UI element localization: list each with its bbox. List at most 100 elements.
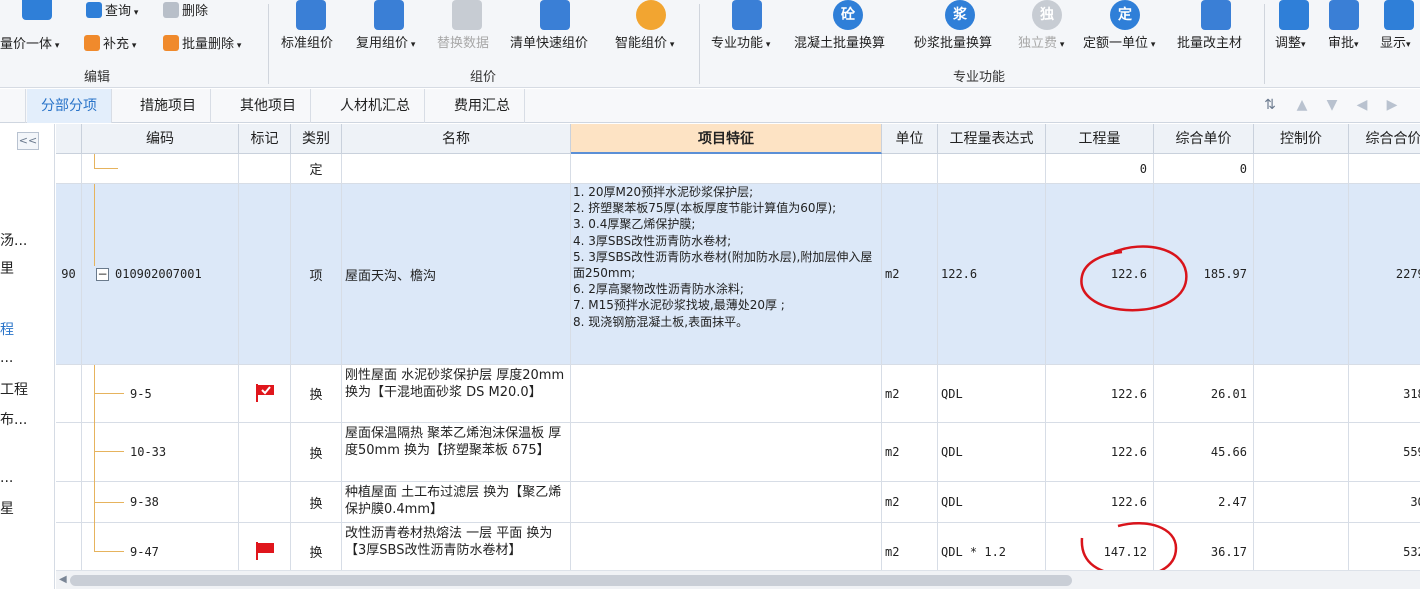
- unit-price-cell[interactable]: 2.47: [1154, 482, 1254, 522]
- nav-tree-item[interactable]: 工程: [0, 379, 28, 399]
- control-price-cell[interactable]: [1254, 523, 1349, 570]
- professional-function-button[interactable]: 专业功能 ▾: [711, 32, 770, 52]
- qty-expr-cell[interactable]: [938, 154, 1046, 183]
- unit-cell[interactable]: m2: [882, 184, 938, 364]
- unit-cell[interactable]: m2: [882, 523, 938, 570]
- feature-cell[interactable]: [571, 365, 882, 422]
- unit-cell[interactable]: [882, 154, 938, 183]
- column-header-code[interactable]: 编码: [82, 124, 239, 154]
- name-cell[interactable]: [342, 154, 571, 183]
- tab-labor-material-summary[interactable]: 人材机汇总: [326, 89, 425, 123]
- tab-other-items[interactable]: 其他项目: [226, 89, 311, 123]
- mark-cell[interactable]: [239, 523, 291, 570]
- unit-price-integration-button[interactable]: 量价一体 ▾: [0, 33, 59, 52]
- qty-cell[interactable]: 0: [1046, 154, 1154, 183]
- move-left-icon[interactable]: ◀: [1354, 97, 1370, 113]
- unit-price-cell[interactable]: 185.97: [1154, 184, 1254, 364]
- mark-cell[interactable]: [239, 482, 291, 522]
- code-cell[interactable]: [82, 154, 239, 183]
- column-header-feature[interactable]: 项目特征: [571, 124, 882, 154]
- qty-cell[interactable]: 122.6: [1046, 423, 1154, 481]
- name-cell[interactable]: 屋面天沟、檐沟: [342, 184, 571, 364]
- move-right-icon[interactable]: ▶: [1384, 97, 1400, 113]
- feature-cell[interactable]: [571, 423, 882, 481]
- mark-cell[interactable]: [239, 154, 291, 183]
- qty-cell[interactable]: 122.6: [1046, 365, 1154, 422]
- code-cell[interactable]: 10-33: [82, 423, 239, 481]
- column-header-mark[interactable]: 标记: [239, 124, 291, 154]
- adjust-button[interactable]: 调整▾: [1275, 32, 1306, 52]
- unit-price-cell[interactable]: 45.66: [1154, 423, 1254, 481]
- batch-delete-button[interactable]: 批量删除 ▾: [163, 33, 241, 52]
- tab-sub-items[interactable]: 分部分项: [27, 89, 112, 123]
- unit-price-integration-icon[interactable]: [22, 0, 52, 20]
- scroll-left-icon[interactable]: ◀: [59, 574, 67, 585]
- unit-price-cell[interactable]: 0: [1154, 154, 1254, 183]
- name-cell[interactable]: 改性沥青卷材热熔法 一层 平面 换为【3厚SBS改性沥青防水卷材】: [342, 523, 571, 570]
- standard-compose-button[interactable]: 标准组价: [281, 32, 333, 52]
- table-row[interactable]: 9-38 换 种植屋面 土工布过滤层 换为【聚乙烯保护膜0.4mm】 m2 QD…: [56, 482, 1420, 523]
- nav-tree-item[interactable]: 里: [0, 258, 14, 278]
- nav-tree-item[interactable]: ...: [0, 470, 13, 486]
- code-cell[interactable]: −010902007001: [82, 184, 239, 364]
- batch-main-material-button[interactable]: 批量改主材: [1177, 32, 1242, 52]
- mark-cell[interactable]: [239, 423, 291, 481]
- name-cell[interactable]: 种植屋面 土工布过滤层 换为【聚乙烯保护膜0.4mm】: [342, 482, 571, 522]
- column-header-name[interactable]: 名称: [342, 124, 571, 154]
- qty-cell[interactable]: 122.6: [1046, 184, 1154, 364]
- horizontal-scrollbar[interactable]: ◀: [56, 570, 1420, 589]
- table-row[interactable]: 9-47 换 改性沥青卷材热熔法 一层 平面 换为【3厚SBS改性沥青防水卷材】…: [56, 523, 1420, 570]
- independent-fee-button[interactable]: 独立费 ▾: [1018, 32, 1064, 52]
- collapse-panel-button[interactable]: <<: [17, 132, 39, 150]
- control-price-cell[interactable]: [1254, 365, 1349, 422]
- table-row-selected[interactable]: 90 −010902007001 项 屋面天沟、檐沟 1. 20厚M20预拌水泥…: [56, 184, 1420, 365]
- control-price-cell[interactable]: [1254, 423, 1349, 481]
- name-cell[interactable]: 屋面保温隔热 聚苯乙烯泡沫保温板 厚度50mm 换为【挤塑聚苯板 δ75】: [342, 423, 571, 481]
- supplement-button[interactable]: 补充 ▾: [84, 33, 136, 52]
- flag-icon[interactable]: [255, 542, 275, 560]
- delete-button[interactable]: 删除: [163, 0, 208, 19]
- quota-unit-button[interactable]: 定额一单位 ▾: [1083, 32, 1155, 52]
- column-header-total-price[interactable]: 综合合价: [1349, 124, 1420, 154]
- reuse-compose-button[interactable]: 复用组价 ▾: [356, 32, 415, 52]
- feature-cell[interactable]: [571, 154, 882, 183]
- column-header-qty-expr[interactable]: 工程量表达式: [938, 124, 1046, 154]
- scrollbar-thumb[interactable]: [70, 575, 1072, 586]
- qty-cell[interactable]: 147.12: [1046, 523, 1154, 570]
- unit-cell[interactable]: m2: [882, 365, 938, 422]
- feature-cell[interactable]: [571, 482, 882, 522]
- unit-cell[interactable]: m2: [882, 423, 938, 481]
- move-up-icon[interactable]: ▲: [1294, 97, 1310, 113]
- unit-cell[interactable]: m2: [882, 482, 938, 522]
- column-header-control-price[interactable]: 控制价: [1254, 124, 1349, 154]
- quick-list-compose-button[interactable]: 清单快速组价: [510, 32, 588, 52]
- qty-expr-cell[interactable]: QDL * 1.2: [938, 523, 1046, 570]
- control-price-cell[interactable]: [1254, 482, 1349, 522]
- smart-compose-button[interactable]: 智能组价 ▾: [615, 32, 674, 52]
- nav-tree-item-selected[interactable]: 程: [0, 319, 14, 339]
- control-price-cell[interactable]: [1254, 184, 1349, 364]
- column-header-type[interactable]: 类别: [291, 124, 342, 154]
- review-button[interactable]: 审批▾: [1328, 32, 1359, 52]
- flag-check-icon[interactable]: [255, 384, 275, 402]
- table-row[interactable]: 定 0 0: [56, 154, 1420, 184]
- move-down-icon[interactable]: ▼: [1324, 97, 1340, 113]
- feature-cell[interactable]: 1. 20厚M20预拌水泥砂浆保护层; 2. 挤塑聚苯板75厚(本板厚度节能计算…: [571, 184, 882, 364]
- qty-expr-cell[interactable]: 122.6: [938, 184, 1046, 364]
- name-cell[interactable]: 刚性屋面 水泥砂浆保护层 厚度20mm 换为【干混地面砂浆 DS M20.0】: [342, 365, 571, 422]
- column-header-unit-price[interactable]: 综合单价: [1154, 124, 1254, 154]
- nav-tree-item[interactable]: 汤...: [0, 230, 27, 250]
- nav-tree-item[interactable]: 星: [0, 498, 14, 518]
- tab-overflow[interactable]: [0, 89, 26, 123]
- qty-expr-cell[interactable]: QDL: [938, 365, 1046, 422]
- qty-cell[interactable]: 122.6: [1046, 482, 1154, 522]
- unit-price-cell[interactable]: 26.01: [1154, 365, 1254, 422]
- mark-cell[interactable]: [239, 365, 291, 422]
- qty-expr-cell[interactable]: QDL: [938, 423, 1046, 481]
- nav-tree-item[interactable]: 布...: [0, 409, 27, 429]
- tab-measures[interactable]: 措施项目: [126, 89, 211, 123]
- column-header-qty[interactable]: 工程量: [1046, 124, 1154, 154]
- mortar-batch-button[interactable]: 砂浆批量换算: [914, 32, 992, 52]
- unit-price-cell[interactable]: 36.17: [1154, 523, 1254, 570]
- table-row[interactable]: 9-5 换 刚性屋面 水泥砂浆保护层 厚度20mm 换为【干混地面砂浆 DS M…: [56, 365, 1420, 423]
